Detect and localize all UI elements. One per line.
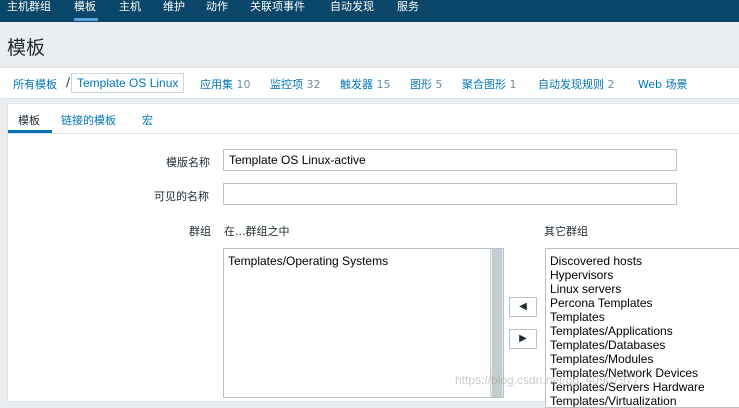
visible-name-input[interactable]	[223, 183, 677, 205]
template-form-panel: 模板 链接的模板 宏 模版名称 Template OS Linux-active…	[7, 103, 739, 408]
breadcrumb-all-templates[interactable]: 所有模板	[13, 76, 57, 92]
nav-host-groups[interactable]: 主机群组	[7, 0, 51, 22]
subtab-macros[interactable]: 宏	[142, 112, 153, 128]
in-groups-label: 在...群组之中	[224, 225, 290, 238]
arrow-right-icon: ▶	[519, 333, 527, 344]
watermark: https://blog.csdn.net/qq_40907977	[455, 373, 640, 387]
nav-active-indicator	[74, 18, 98, 21]
template-name-label: 模版名称	[166, 156, 210, 169]
template-name-input[interactable]: Template OS Linux-active	[223, 149, 677, 171]
nav-services[interactable]: 服务	[397, 0, 419, 22]
nav-hosts[interactable]: 主机	[119, 0, 141, 22]
nav-discovery[interactable]: 自动发现	[330, 0, 374, 22]
subtab-active-indicator	[8, 130, 52, 133]
list-item[interactable]: Templates	[546, 310, 739, 324]
template-tab-bar: 所有模板 / Template OS Linux 应用集 10 监控项 32 触…	[0, 67, 739, 99]
other-groups-label: 其它群组	[544, 225, 588, 238]
tab-triggers-count: 15	[376, 78, 391, 91]
nav-actions[interactable]: 动作	[206, 0, 228, 22]
tab-discovery-rules[interactable]: 自动发现规则 2	[538, 76, 615, 92]
list-item[interactable]: Templates/Operating Systems	[224, 254, 503, 268]
breadcrumb-separator: /	[66, 75, 71, 89]
tab-items-label: 监控项	[270, 78, 303, 91]
tab-screens-count: 1	[509, 78, 517, 91]
tab-triggers[interactable]: 触发器 15	[340, 76, 391, 92]
move-left-button[interactable]: ◀	[509, 297, 537, 317]
tab-screens-label: 聚合图形	[462, 78, 506, 91]
tab-screens[interactable]: 聚合图形 1	[462, 76, 517, 92]
tab-web-scenarios-label: Web 场景	[638, 78, 688, 91]
nav-event-correlation[interactable]: 关联项事件	[250, 0, 305, 22]
groups-label: 群组	[189, 225, 211, 238]
breadcrumb-current-template[interactable]: Template OS Linux	[71, 73, 185, 93]
list-item[interactable]: Discovered hosts	[546, 254, 739, 268]
subtab-template[interactable]: 模板	[18, 112, 40, 128]
list-item[interactable]: Hypervisors	[546, 268, 739, 282]
tab-web-scenarios[interactable]: Web 场景	[638, 76, 687, 92]
tab-discovery-rules-label: 自动发现规则	[538, 78, 604, 91]
list-item[interactable]: Templates/Databases	[546, 338, 739, 352]
tab-graphs[interactable]: 图形 5	[410, 76, 443, 92]
list-item[interactable]: Templates/Virtualization	[546, 394, 739, 407]
tab-triggers-label: 触发器	[340, 78, 373, 91]
list-item[interactable]: Templates/Applications	[546, 324, 739, 338]
top-navigation: 主机群组 模板 主机 维护 动作 关联项事件 自动发现 服务	[0, 0, 739, 22]
tab-discovery-rules-count: 2	[607, 78, 615, 91]
subtab-linked-templates[interactable]: 链接的模板	[61, 112, 116, 128]
tab-items[interactable]: 监控项 32	[270, 76, 321, 92]
page-title: 模板	[7, 37, 46, 59]
tab-graphs-count: 5	[435, 78, 443, 91]
tab-applications[interactable]: 应用集 10	[200, 76, 251, 92]
visible-name-label: 可见的名称	[154, 190, 209, 203]
nav-maintenance[interactable]: 维护	[163, 0, 185, 22]
tab-applications-label: 应用集	[200, 78, 233, 91]
arrow-left-icon: ◀	[519, 301, 527, 312]
list-item[interactable]: Percona Templates	[546, 296, 739, 310]
move-right-button[interactable]: ▶	[509, 329, 537, 349]
form-subtabs: 模板 链接的模板 宏	[8, 104, 739, 134]
tab-items-count: 32	[306, 78, 321, 91]
list-item[interactable]: Linux servers	[546, 282, 739, 296]
list-item[interactable]: Templates/Modules	[546, 352, 739, 366]
tab-applications-count: 10	[236, 78, 251, 91]
tab-graphs-label: 图形	[410, 78, 432, 91]
